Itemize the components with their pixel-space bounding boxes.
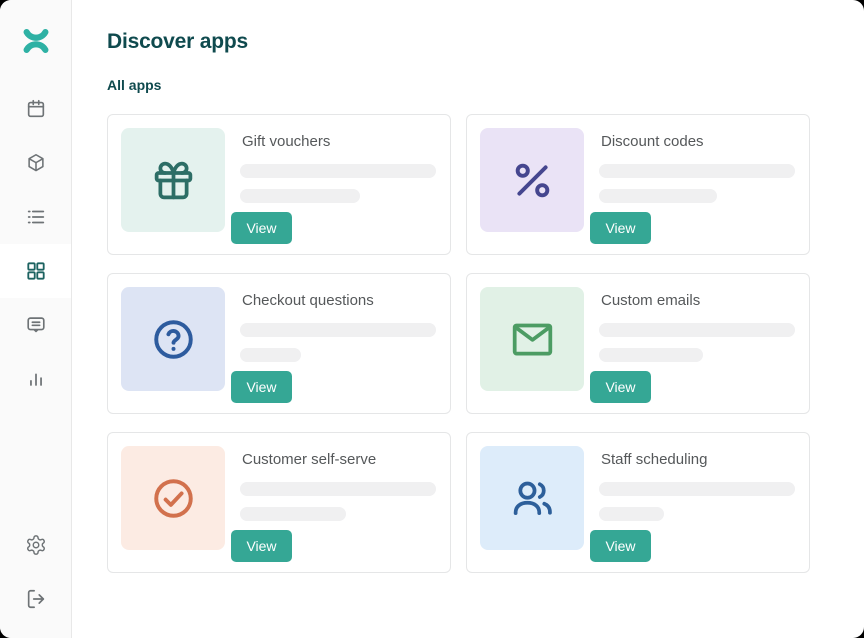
check-circle-icon [151,476,196,521]
sidebar-item-messages[interactable] [0,298,71,352]
sidebar-item-products[interactable] [0,136,71,190]
skeleton-line [599,348,703,362]
section-label: All apps [107,77,810,93]
skeleton-line [599,507,664,521]
app-card-body: Discount codes View [599,128,795,254]
sidebar-footer [0,518,71,638]
view-button[interactable]: View [590,212,651,244]
bar-chart-icon [25,368,47,390]
logout-icon [25,588,47,610]
skeleton-line [240,482,436,496]
skeleton-line [599,323,795,337]
app-card: Discount codes View [466,114,810,255]
sidebar-item-logout[interactable] [0,572,71,626]
apps-grid-icon [25,260,47,282]
app-icon-tile [121,446,225,550]
page-title: Discover apps [107,30,810,54]
app-card-title: Gift vouchers [240,133,436,151]
sidebar [0,0,72,638]
sidebar-item-settings[interactable] [0,518,71,572]
skeleton-line [240,348,301,362]
sidebar-item-reports[interactable] [0,352,71,406]
package-icon [25,152,47,174]
brand-logo[interactable] [0,0,71,82]
list-icon [25,206,47,228]
skeleton-line [240,323,436,337]
view-button[interactable]: View [231,212,292,244]
app-card-body: Staff scheduling View [599,446,795,572]
skeleton-line [240,164,436,178]
envelope-icon [510,317,555,362]
gear-icon [25,534,47,556]
view-button[interactable]: View [231,530,292,562]
app-window: Discover apps All apps Gift vouchers Vie… [0,0,864,638]
app-icon-tile [121,128,225,232]
people-icon [510,476,555,521]
gift-icon [151,158,196,203]
app-card-body: Custom emails View [599,287,795,413]
chat-icon [25,314,47,336]
skeleton-line [599,164,795,178]
app-card-title: Staff scheduling [599,451,795,469]
app-card: Checkout questions View [107,273,451,414]
app-card-body: Gift vouchers View [240,128,436,254]
app-icon-tile [480,287,584,391]
app-card-title: Customer self-serve [240,451,436,469]
sidebar-item-list[interactable] [0,190,71,244]
question-circle-icon [151,317,196,362]
app-card-body: Customer self-serve View [240,446,436,572]
app-card: Customer self-serve View [107,432,451,573]
sidebar-nav [0,82,71,406]
sidebar-item-calendar[interactable] [0,82,71,136]
app-icon-tile [121,287,225,391]
calendar-icon [25,98,47,120]
skeleton-line [240,507,346,521]
skeleton-line [599,482,795,496]
main-content: Discover apps All apps Gift vouchers Vie… [72,0,864,638]
percent-icon [510,158,555,203]
view-button[interactable]: View [231,371,292,403]
app-cards-grid: Gift vouchers View Discount codes View C… [107,114,810,573]
view-button[interactable]: View [590,371,651,403]
app-card: Gift vouchers View [107,114,451,255]
app-card: Staff scheduling View [466,432,810,573]
brand-logo-icon [21,26,51,56]
sidebar-spacer [0,406,71,518]
view-button[interactable]: View [590,530,651,562]
app-card-body: Checkout questions View [240,287,436,413]
skeleton-line [240,189,360,203]
sidebar-item-apps[interactable] [0,244,71,298]
skeleton-line [599,189,717,203]
app-card: Custom emails View [466,273,810,414]
app-icon-tile [480,446,584,550]
app-card-title: Discount codes [599,133,795,151]
app-card-title: Checkout questions [240,292,436,310]
app-card-title: Custom emails [599,292,795,310]
app-icon-tile [480,128,584,232]
